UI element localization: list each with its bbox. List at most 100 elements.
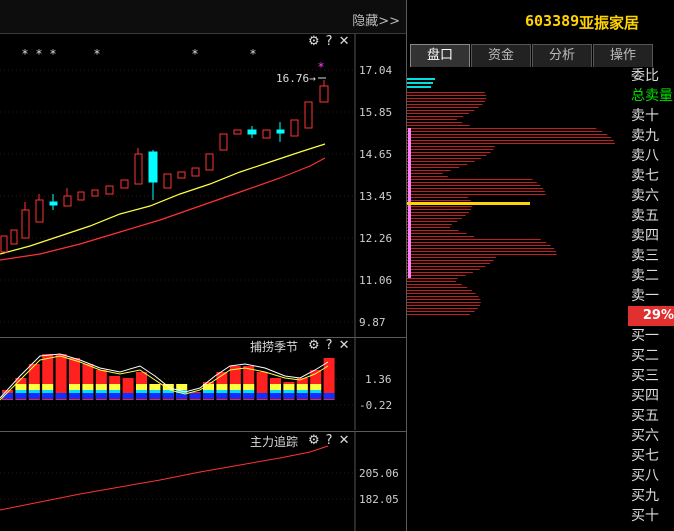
indicator-bar [216,384,228,390]
buy-level-label: 买九 [631,488,659,504]
sell-level-label: 卖九 [631,128,659,144]
collapse-button[interactable]: 隐藏>> [352,10,400,29]
indicator-bar [69,393,80,399]
tab-funds[interactable]: 资金 [471,44,531,67]
fishing-season-title: 捕捞季节 [250,340,299,354]
close-icon[interactable]: ✕ [339,338,350,353]
toolbar-strip: 隐藏>> [0,0,406,34]
last-price-label: 16.76→ [276,72,316,85]
volume-profile [407,66,628,531]
indicator-bar [216,393,228,399]
profile-bar [407,185,541,186]
ind1-tools: ⚙? ✕ [302,338,349,353]
profile-bar [407,302,481,303]
profile-bar [407,299,481,300]
profile-bar [407,257,496,258]
tab-analysis[interactable]: 分析 [532,44,592,67]
profile-bar [407,305,481,306]
gear-icon[interactable]: ⚙ [308,34,320,49]
svg-text:*: * [36,47,42,61]
indicator-bar [270,393,281,399]
main-force-title: 主力追踪 [250,435,299,449]
profile-bar [407,221,457,222]
kline-panel[interactable]: * * * * * * * 16.76→ ⚙ ? ✕ 17.04 15.85 1… [0,34,406,337]
indicator-bar [310,393,322,399]
indicator-bar [42,384,54,390]
profile-bar [407,272,473,273]
buy-level-label: 买八 [631,468,659,484]
help-icon[interactable]: ? [326,338,333,353]
indicator-bar [82,393,94,399]
indicator-bar [229,384,241,390]
bid-ratio-badge: 29% [628,306,674,326]
profile-bar [407,230,459,231]
help-icon[interactable]: ? [326,34,333,49]
gear-icon[interactable]: ⚙ [308,433,320,448]
profile-bar [407,143,615,144]
close-icon[interactable]: ✕ [339,34,350,49]
indicator-bar [256,393,268,399]
profile-bar [407,92,485,93]
profile-bar [407,167,460,168]
price-tick: 9.87 [359,316,386,329]
sell-level-label: 卖五 [631,208,659,224]
profile-bar [407,278,458,279]
profile-bar [407,266,486,267]
indicator-bar [323,393,335,399]
indicator-bar [243,393,255,399]
tab-pankou[interactable]: 盘口 [410,44,470,67]
ind1-tick: -0.22 [359,399,393,412]
indicator-bar [15,393,27,399]
svg-text:*: * [94,47,100,61]
profile-bar [407,296,479,297]
indicator-bar [28,393,40,399]
profile-bar [407,290,472,291]
profile-bar [407,242,547,243]
profile-bar [407,146,495,147]
buy-level-label: 买六 [631,428,659,444]
profile-bar [407,155,487,156]
profile-bar [407,194,546,195]
indicator-bar [136,384,147,390]
price-tick: 15.85 [359,106,393,119]
indicator-bar [122,393,134,399]
profile-bar [407,113,470,114]
indicator-bar [55,393,67,399]
ind2-tick: 182.05 [359,493,399,506]
gear-icon[interactable]: ⚙ [308,338,320,353]
indicator-bar [310,384,322,390]
buy-labels: 买一 买二 买三 买四 买五 买六 买七 买八 买九 买十 [628,326,674,526]
indicator-bar [296,393,308,399]
buy-level-label: 买三 [631,368,659,384]
profile-bar [407,209,472,210]
profile-bar [407,131,603,132]
fishing-season-panel[interactable]: 捕捞季节 ⚙? ✕ 1.36 -0.22 [0,338,406,430]
kline-tools: ⚙? ✕ [302,34,349,49]
stock-code: 603389 [525,12,580,30]
indicator-bar [42,393,54,399]
close-icon[interactable]: ✕ [339,433,350,448]
tab-operation[interactable]: 操作 [593,44,653,67]
profile-bar [407,152,491,153]
buy-level-label: 买二 [631,348,659,364]
sell-level-label: 卖八 [631,148,659,164]
profile-bar [407,281,457,282]
sell-level-label: 卖七 [631,168,659,184]
svg-text:*: * [50,47,56,61]
bid-ratio-label: 委比 [631,68,659,84]
profile-bar [407,284,462,285]
ind1-tick: 1.36 [365,373,392,386]
indicator-bar [296,384,308,390]
profile-bar [407,188,544,189]
profile-bar [407,200,471,201]
profile-bar [407,251,557,252]
profile-bar [407,236,475,237]
main-force-panel[interactable]: 主力追踪 ⚙? ✕ 205.06 182.05 [0,432,406,531]
buy-level-label: 买十 [631,508,659,524]
profile-bar [407,104,483,105]
profile-bar [407,260,494,261]
help-icon[interactable]: ? [326,433,333,448]
profile-bar [407,122,463,123]
profile-bar [407,176,448,177]
sell-level-label: 卖三 [631,248,659,264]
